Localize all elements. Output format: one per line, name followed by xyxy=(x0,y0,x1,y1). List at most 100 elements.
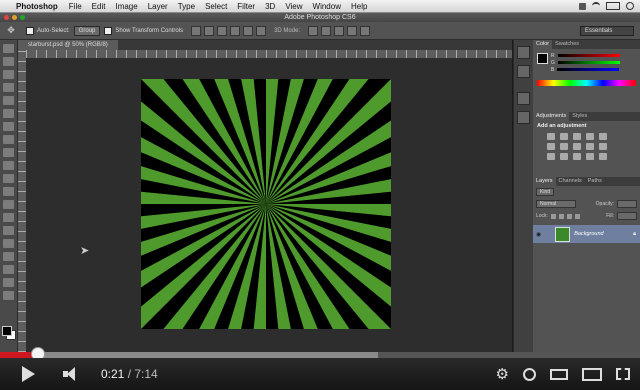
menu-3d[interactable]: 3D xyxy=(265,2,275,11)
history-panel-icon[interactable] xyxy=(517,46,530,59)
menu-view[interactable]: View xyxy=(285,2,302,11)
brush-tool-icon[interactable] xyxy=(3,135,14,144)
lasso-tool-icon[interactable] xyxy=(3,70,14,79)
move-tool-preset-icon[interactable]: ✥ xyxy=(0,25,22,36)
align-right-icon[interactable] xyxy=(256,25,267,36)
3d-slide-icon[interactable] xyxy=(347,25,358,36)
watch-later-icon[interactable] xyxy=(523,367,536,381)
large-player-icon[interactable] xyxy=(582,367,602,381)
history-brush-tool-icon[interactable] xyxy=(3,161,14,170)
move-tool-icon[interactable] xyxy=(3,44,14,53)
menu-type[interactable]: Type xyxy=(178,2,195,11)
tab-paths[interactable]: Paths xyxy=(585,177,605,186)
play-icon[interactable] xyxy=(22,366,35,382)
lock-all-icon[interactable] xyxy=(574,213,580,219)
hue-saturation-icon[interactable] xyxy=(547,143,555,150)
character-panel-icon[interactable] xyxy=(517,92,530,105)
auto-select-dropdown[interactable]: Group xyxy=(73,25,101,36)
tab-color[interactable]: Color xyxy=(533,40,553,49)
green-slider[interactable] xyxy=(557,61,620,64)
align-bottom-icon[interactable] xyxy=(217,25,228,36)
workspace-switcher[interactable]: Essentials xyxy=(580,25,634,36)
3d-rotate-icon[interactable] xyxy=(308,25,319,36)
invert-icon[interactable] xyxy=(547,153,555,160)
lock-transparent-icon[interactable] xyxy=(550,213,556,219)
tab-layers[interactable]: Layers xyxy=(533,177,556,186)
tab-adjustments[interactable]: Adjustments xyxy=(533,112,570,121)
posterize-icon[interactable] xyxy=(560,153,568,160)
color-spectrum-ramp[interactable] xyxy=(537,80,636,86)
path-select-tool-icon[interactable] xyxy=(3,252,14,261)
align-center-icon[interactable] xyxy=(243,25,254,36)
starburst-artwork[interactable] xyxy=(141,79,391,329)
photo-filter-icon[interactable] xyxy=(586,143,594,150)
brightness-contrast-icon[interactable] xyxy=(547,133,555,140)
visibility-eye-icon[interactable]: ◉ xyxy=(536,231,541,238)
document-tab[interactable]: starburst.psd @ 50% (RGB/8) xyxy=(18,40,118,50)
exposure-icon[interactable] xyxy=(586,133,594,140)
lock-pixels-icon[interactable] xyxy=(558,213,564,219)
fill-field[interactable] xyxy=(617,212,637,220)
3d-roll-icon[interactable] xyxy=(321,25,332,36)
minimize-window-icon[interactable] xyxy=(12,15,17,20)
layer-kind-filter[interactable]: Kind xyxy=(536,188,555,196)
red-slider[interactable] xyxy=(557,54,620,57)
layer-row-background[interactable]: ◉ Background 🔒︎ xyxy=(533,225,640,243)
menu-image[interactable]: Image xyxy=(115,2,137,11)
battery-icon[interactable] xyxy=(606,2,620,10)
black-white-icon[interactable] xyxy=(573,143,581,150)
tab-styles[interactable]: Styles xyxy=(569,112,590,121)
menu-window[interactable]: Window xyxy=(313,2,341,11)
opacity-field[interactable] xyxy=(617,200,637,208)
ruler-horizontal[interactable] xyxy=(26,50,512,58)
levels-icon[interactable] xyxy=(560,133,568,140)
type-tool-icon[interactable] xyxy=(3,239,14,248)
auto-select-checkbox[interactable] xyxy=(26,26,34,35)
tab-swatches[interactable]: Swatches xyxy=(552,40,582,49)
curves-icon[interactable] xyxy=(573,133,581,140)
dodge-tool-icon[interactable] xyxy=(3,213,14,222)
ruler-vertical[interactable] xyxy=(18,50,26,352)
spotlight-icon[interactable] xyxy=(626,2,634,10)
wifi-icon[interactable] xyxy=(592,2,600,10)
menu-edit[interactable]: Edit xyxy=(92,2,106,11)
zoom-window-icon[interactable] xyxy=(20,15,25,20)
lock-position-icon[interactable] xyxy=(566,213,572,219)
properties-panel-icon[interactable] xyxy=(517,65,530,78)
zoom-tool-icon[interactable] xyxy=(3,291,14,300)
align-left-icon[interactable] xyxy=(230,25,241,36)
layer-name[interactable]: Background xyxy=(574,231,603,237)
vibrance-icon[interactable] xyxy=(599,133,607,140)
healing-tool-icon[interactable] xyxy=(3,122,14,131)
blue-slider[interactable] xyxy=(557,68,620,71)
threshold-icon[interactable] xyxy=(573,153,581,160)
marquee-tool-icon[interactable] xyxy=(3,57,14,66)
volume-icon[interactable] xyxy=(63,367,83,381)
align-top-icon[interactable] xyxy=(191,25,202,36)
close-window-icon[interactable] xyxy=(4,15,9,20)
foreground-color-swatch[interactable] xyxy=(2,326,12,336)
menu-filter[interactable]: Filter xyxy=(237,2,255,11)
tab-channels[interactable]: Channels xyxy=(556,177,585,186)
menu-help[interactable]: Help xyxy=(351,2,367,11)
status-icon[interactable] xyxy=(579,2,586,10)
crop-tool-icon[interactable] xyxy=(3,96,14,105)
gradient-tool-icon[interactable] xyxy=(3,187,14,196)
3d-drag-icon[interactable] xyxy=(334,25,345,36)
pen-tool-icon[interactable] xyxy=(3,226,14,235)
paragraph-panel-icon[interactable] xyxy=(517,111,530,124)
clone-stamp-tool-icon[interactable] xyxy=(3,148,14,157)
menu-file[interactable]: File xyxy=(69,2,82,11)
gradient-map-icon[interactable] xyxy=(599,153,607,160)
align-middle-icon[interactable] xyxy=(204,25,215,36)
3d-scale-icon[interactable] xyxy=(360,25,371,36)
small-player-icon[interactable] xyxy=(550,368,568,380)
hand-tool-icon[interactable] xyxy=(3,278,14,287)
shape-tool-icon[interactable] xyxy=(3,265,14,274)
blend-mode-dropdown[interactable]: Normal xyxy=(536,200,576,208)
settings-gear-icon[interactable]: ⚙ xyxy=(496,365,509,383)
show-transform-checkbox[interactable] xyxy=(104,26,113,35)
eyedropper-tool-icon[interactable] xyxy=(3,109,14,118)
quick-select-tool-icon[interactable] xyxy=(3,83,14,92)
channel-mixer-icon[interactable] xyxy=(599,143,607,150)
